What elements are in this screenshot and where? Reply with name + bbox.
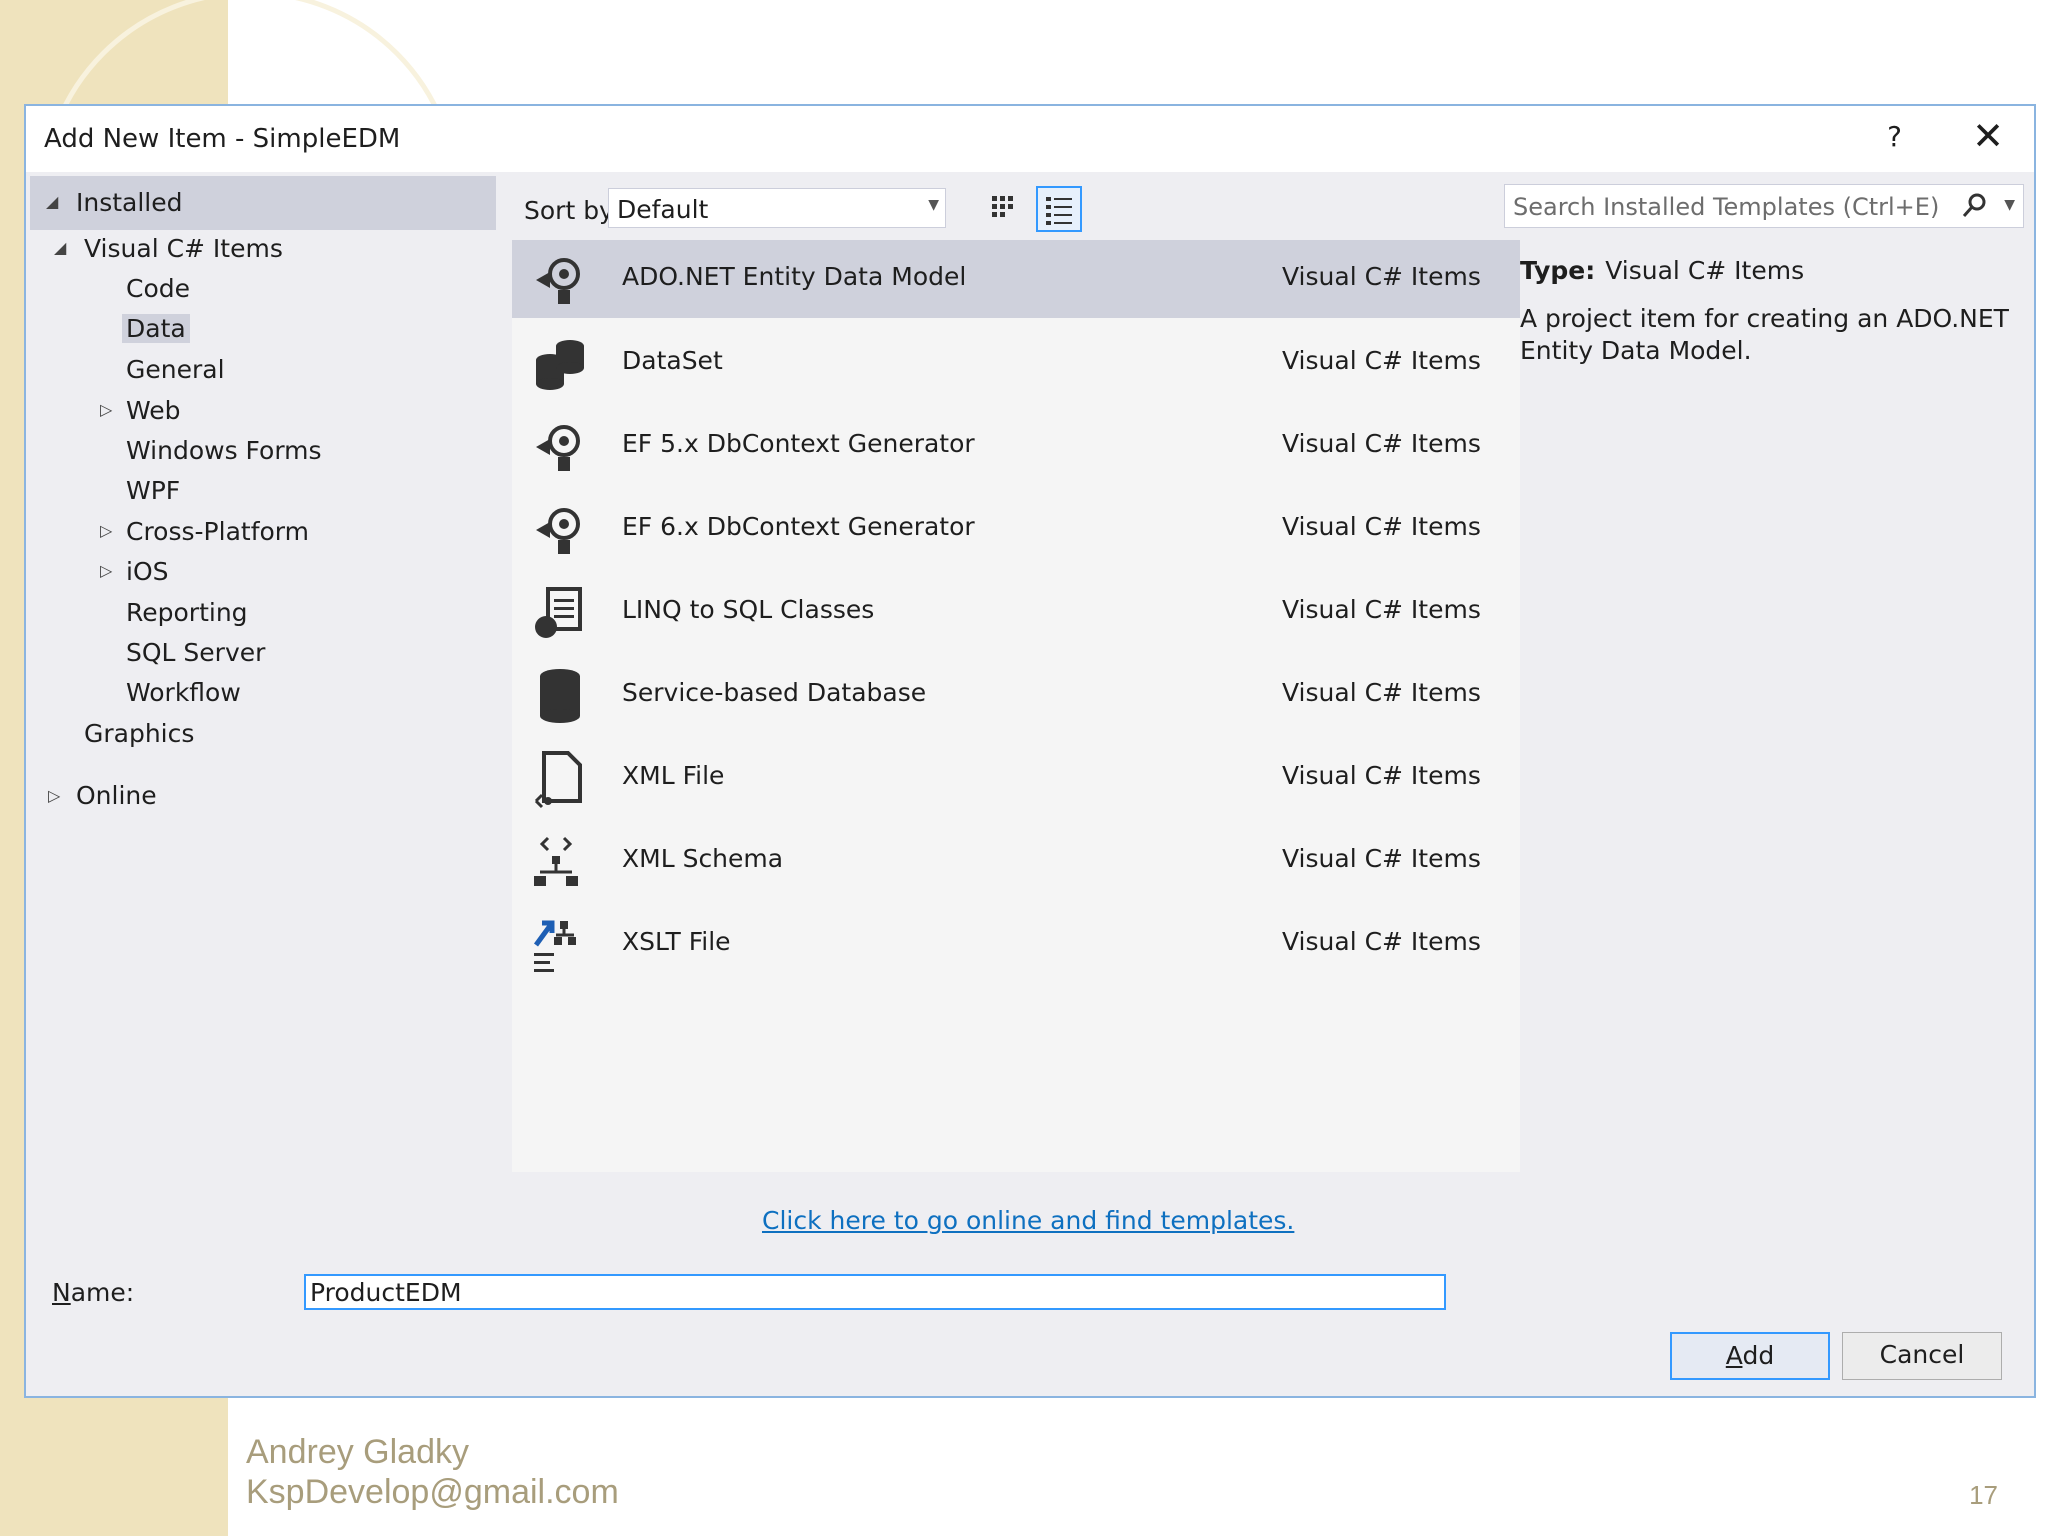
template-name: EF 6.x DbContext Generator bbox=[622, 512, 975, 541]
template-category: Visual C# Items bbox=[1282, 346, 1481, 375]
sort-toolbar: Sort by: Default ▼ bbox=[512, 172, 1512, 240]
tree-item-sql-server[interactable]: SQL Server bbox=[126, 638, 265, 667]
tree-item-code[interactable]: Code bbox=[126, 274, 190, 303]
dbcontext-generator-icon bbox=[536, 508, 580, 554]
tree-item-cross-platform[interactable]: Cross-Platform bbox=[126, 517, 309, 546]
template-name: XML File bbox=[622, 761, 725, 790]
tree-item-ios[interactable]: iOS bbox=[126, 557, 169, 586]
tree-item-installed[interactable]: ◢ Installed bbox=[30, 176, 496, 230]
type-label: Type: bbox=[1520, 256, 1596, 285]
template-category: Visual C# Items bbox=[1282, 262, 1481, 291]
add-new-item-dialog: Add New Item - SimpleEDM ? ✕ ◢ Installed… bbox=[24, 104, 2036, 1398]
chevron-down-icon[interactable]: ▼ bbox=[2004, 197, 2015, 213]
list-view-icon[interactable] bbox=[1036, 186, 1082, 232]
template-row-xml-file[interactable]: XML File Visual C# Items bbox=[512, 739, 1520, 817]
dialog-title: Add New Item - SimpleEDM bbox=[44, 124, 401, 154]
tree-item-graphics[interactable]: Graphics bbox=[84, 719, 194, 748]
chevron-down-icon: ▼ bbox=[928, 197, 939, 213]
template-category: Visual C# Items bbox=[1282, 595, 1481, 624]
template-row-xml-schema[interactable]: XML Schema Visual C# Items bbox=[512, 822, 1520, 900]
author-name: Andrey Gladky bbox=[246, 1433, 469, 1471]
template-name: Service-based Database bbox=[622, 678, 927, 707]
template-category: Visual C# Items bbox=[1282, 429, 1481, 458]
template-row-xslt[interactable]: XSLT File Visual C# Items bbox=[512, 905, 1520, 983]
template-name: XSLT File bbox=[622, 927, 731, 956]
tree-label-installed: Installed bbox=[76, 188, 183, 217]
slide-page-number: 17 bbox=[1969, 1480, 1998, 1510]
template-name: LINQ to SQL Classes bbox=[622, 595, 875, 624]
template-category: Visual C# Items bbox=[1282, 761, 1481, 790]
template-category: Visual C# Items bbox=[1282, 678, 1481, 707]
type-value: Visual C# Items bbox=[1605, 256, 1805, 285]
help-button[interactable]: ? bbox=[1887, 120, 1902, 153]
sort-value: Default bbox=[617, 195, 709, 224]
template-name: XML Schema bbox=[622, 844, 784, 873]
template-description: A project item for creating an ADO.NET E… bbox=[1520, 304, 2009, 365]
expanded-arrow-icon[interactable]: ◢ bbox=[46, 192, 58, 211]
template-list: ADO.NET Entity Data Model Visual C# Item… bbox=[512, 240, 1520, 1172]
tree-item-web[interactable]: Web bbox=[126, 396, 181, 425]
template-name: DataSet bbox=[622, 346, 723, 375]
expanded-arrow-icon[interactable]: ◢ bbox=[54, 238, 66, 257]
slide-footer-author: Andrey Gladky KspDevelop@gmail.com bbox=[246, 1432, 619, 1512]
collapsed-arrow-icon[interactable]: ▷ bbox=[100, 561, 112, 580]
dbcontext-generator-icon bbox=[536, 425, 580, 471]
template-row-ef5[interactable]: EF 5.x DbContext Generator Visual C# Ite… bbox=[512, 407, 1520, 485]
tree-item-data[interactable]: Data bbox=[122, 314, 190, 343]
template-row-linq[interactable]: LINQ to SQL Classes Visual C# Items bbox=[512, 573, 1520, 651]
tree-item-windows-forms[interactable]: Windows Forms bbox=[126, 436, 322, 465]
tree-item-wpf[interactable]: WPF bbox=[126, 476, 180, 505]
linq-to-sql-icon bbox=[535, 587, 582, 638]
type-line: Type: Visual C# Items bbox=[1520, 256, 2020, 285]
dataset-icon bbox=[536, 340, 584, 390]
name-field[interactable] bbox=[304, 1274, 1446, 1310]
sort-label: Sort by: bbox=[524, 196, 621, 225]
search-templates-input[interactable]: Search Installed Templates (Ctrl+E) ▼ bbox=[1504, 184, 2024, 228]
close-button[interactable]: ✕ bbox=[1972, 114, 2004, 158]
template-name: ADO.NET Entity Data Model bbox=[622, 262, 967, 291]
template-row-ado-net[interactable]: ADO.NET Entity Data Model Visual C# Item… bbox=[512, 240, 1520, 318]
collapsed-arrow-icon[interactable]: ▷ bbox=[100, 521, 112, 540]
database-icon bbox=[540, 669, 580, 723]
template-row-ef6[interactable]: EF 6.x DbContext Generator Visual C# Ite… bbox=[512, 490, 1520, 568]
dialog-titlebar: Add New Item - SimpleEDM ? ✕ bbox=[26, 106, 2034, 172]
cancel-button[interactable]: Cancel bbox=[1842, 1332, 2002, 1380]
search-icon[interactable] bbox=[1959, 191, 1989, 221]
xml-schema-icon bbox=[534, 836, 578, 886]
tree-item-workflow[interactable]: Workflow bbox=[126, 678, 241, 707]
template-name: EF 5.x DbContext Generator bbox=[622, 429, 975, 458]
details-pane: Type: Visual C# Items A project item for … bbox=[1520, 256, 2020, 367]
add-button[interactable]: Add bbox=[1670, 1332, 1830, 1380]
author-email: KspDevelop@gmail.com bbox=[246, 1473, 619, 1511]
tree-item-online[interactable]: Online bbox=[76, 781, 157, 810]
grid-view-icon[interactable] bbox=[982, 186, 1028, 232]
collapsed-arrow-icon[interactable]: ▷ bbox=[100, 400, 112, 419]
tree-item-visual-csharp[interactable]: Visual C# Items bbox=[84, 234, 283, 263]
template-row-dataset[interactable]: DataSet Visual C# Items bbox=[512, 324, 1520, 402]
entity-model-icon bbox=[536, 258, 580, 304]
template-category: Visual C# Items bbox=[1282, 927, 1481, 956]
sort-dropdown[interactable]: Default ▼ bbox=[608, 188, 946, 228]
search-placeholder: Search Installed Templates (Ctrl+E) bbox=[1513, 193, 1940, 221]
tree-item-general[interactable]: General bbox=[126, 355, 225, 384]
xslt-file-icon bbox=[533, 920, 576, 972]
template-category: Visual C# Items bbox=[1282, 512, 1481, 541]
category-tree: ◢ Installed ◢ Visual C# Items Code Data … bbox=[30, 172, 496, 1272]
name-label: Name: bbox=[52, 1278, 135, 1307]
online-templates-link[interactable]: Click here to go online and find templat… bbox=[762, 1206, 1294, 1235]
xml-file-icon bbox=[534, 751, 582, 809]
tree-item-reporting[interactable]: Reporting bbox=[126, 598, 248, 627]
collapsed-arrow-icon[interactable]: ▷ bbox=[48, 786, 60, 805]
template-category: Visual C# Items bbox=[1282, 844, 1481, 873]
template-row-service-db[interactable]: Service-based Database Visual C# Items bbox=[512, 656, 1520, 734]
